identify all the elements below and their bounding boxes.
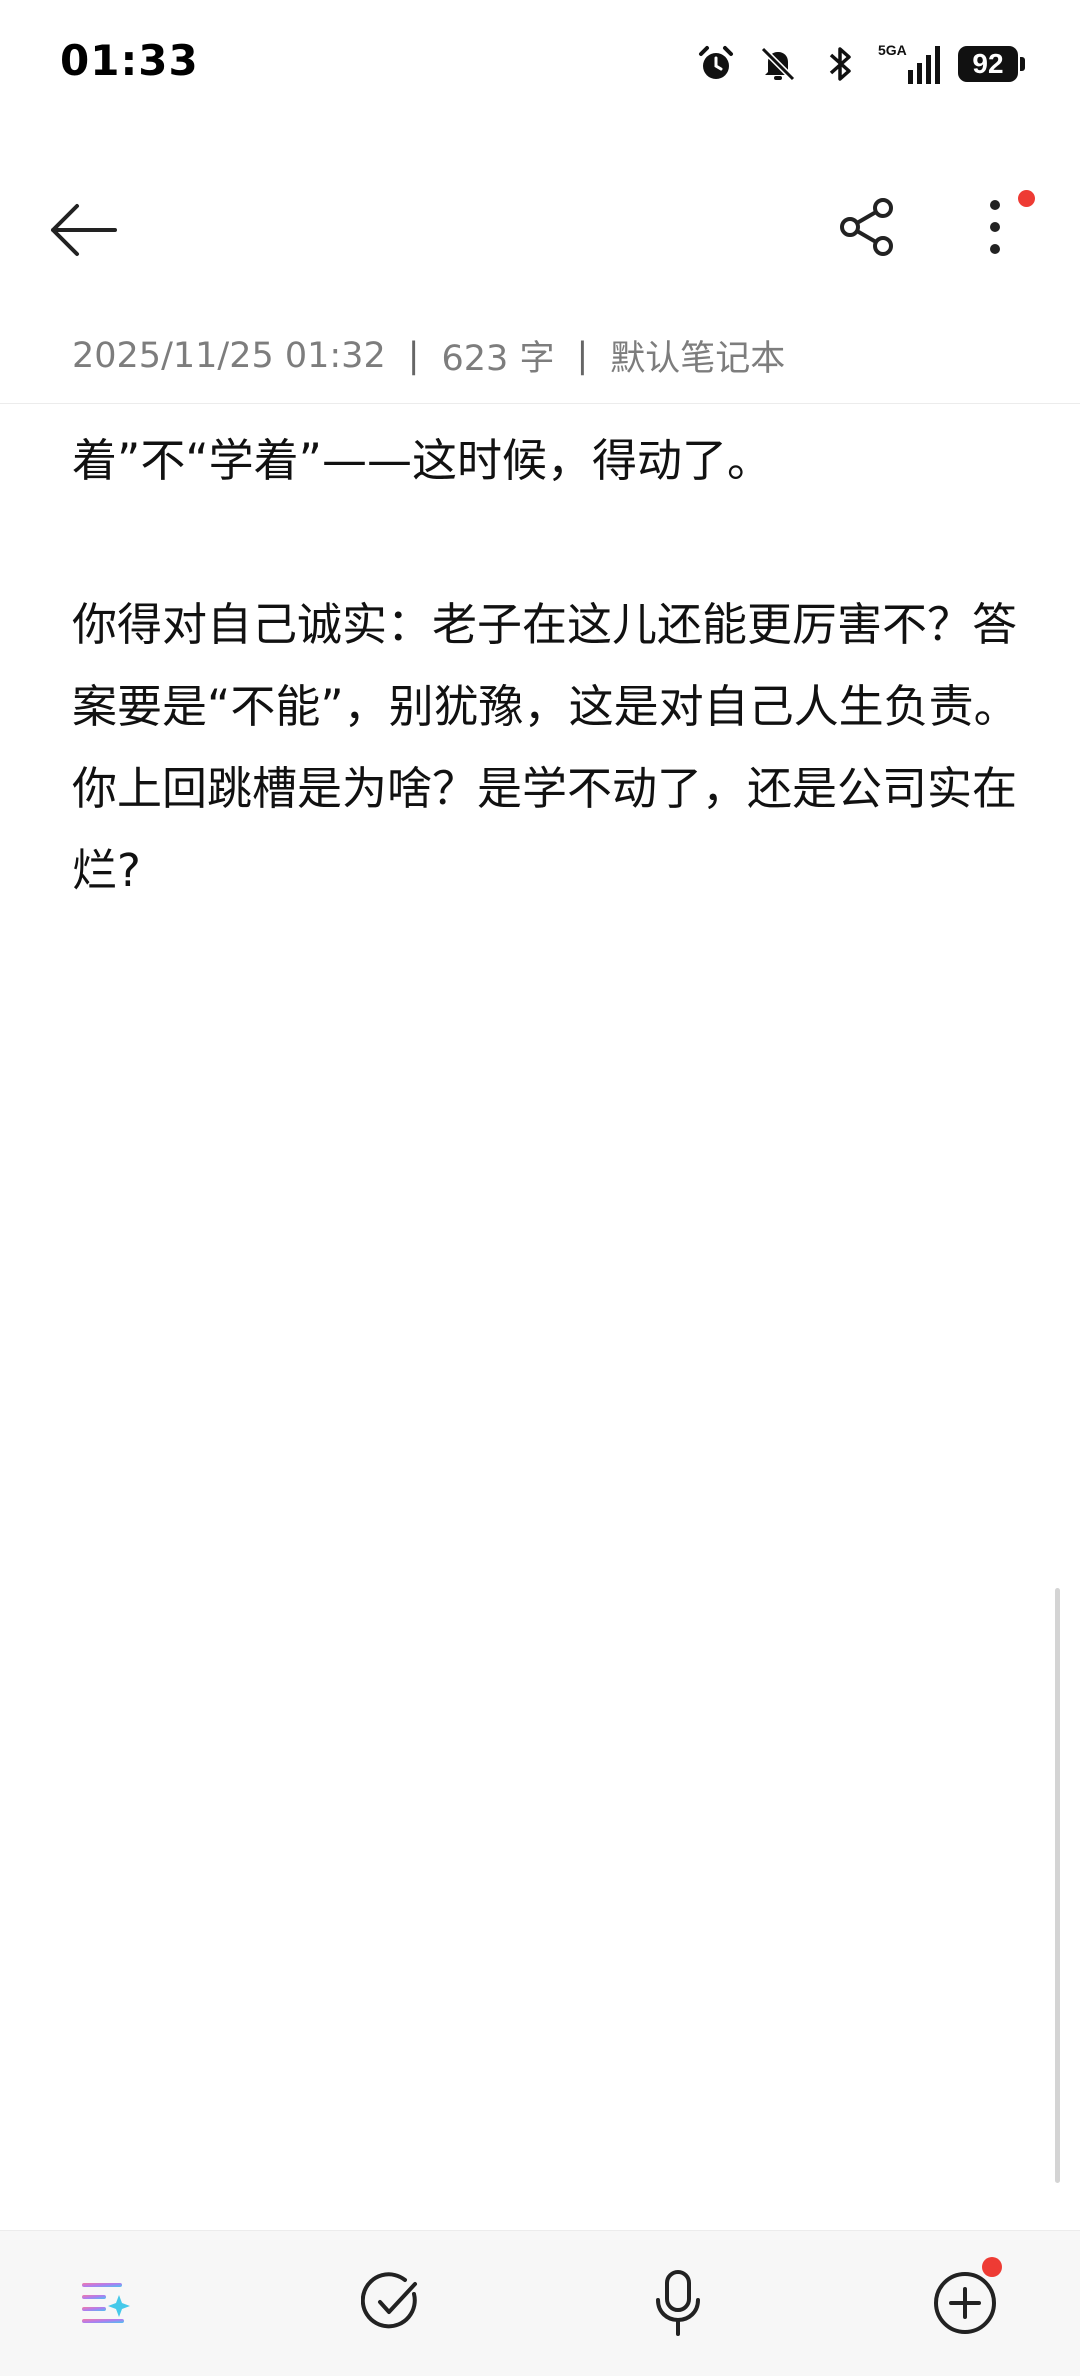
ai-format-icon [82, 2283, 130, 2323]
note-datetime: 2025/11/25 01:32 [72, 335, 386, 376]
network-label: 5GA [878, 42, 907, 58]
note-toolbar [0, 170, 1080, 290]
back-button[interactable] [28, 175, 138, 285]
note-paragraph-empty [72, 502, 1022, 584]
notification-dot [982, 2257, 1002, 2277]
status-time: 01:33 [60, 36, 199, 85]
voice-input-button[interactable] [628, 2253, 728, 2353]
checklist-icon [361, 2272, 417, 2329]
note-paragraph: 着”不“学着”——这时候，得动了。 [72, 434, 772, 487]
signal-5ga-icon: 5GA [878, 40, 944, 88]
checklist-button[interactable] [342, 2253, 442, 2353]
meta-separator: | [576, 335, 589, 376]
battery-icon: 92 [958, 46, 1025, 82]
note-word-count: 623 字 [441, 339, 555, 379]
note-meta: 2025/11/25 01:32 | 623 字 | 默认笔记本 [72, 330, 785, 381]
note-notebook[interactable]: 默认笔记本 [610, 330, 785, 381]
share-icon [840, 198, 893, 256]
bluetooth-icon [816, 40, 864, 88]
add-button[interactable] [915, 2253, 1015, 2353]
bell-off-icon [754, 40, 802, 88]
ai-format-button[interactable] [57, 2253, 157, 2353]
scrollbar[interactable] [1055, 1588, 1060, 2183]
arrow-left-icon [51, 204, 117, 256]
header-divider [0, 403, 1080, 404]
note-body[interactable]: 着”不“学着”——这时候，得动了。 你得对自己诚实：老子在这儿还能更厉害不？答案… [72, 420, 1022, 912]
battery-level: 92 [972, 48, 1004, 79]
bottom-toolbar [0, 2230, 1080, 2376]
meta-separator: | [407, 335, 420, 376]
more-vertical-icon [990, 200, 1000, 254]
notification-dot [1018, 190, 1035, 207]
share-button[interactable] [813, 172, 923, 282]
more-options-button[interactable] [940, 172, 1050, 282]
note-paragraph: 你得对自己诚实：老子在这儿还能更厉害不？答案要是“不能”，别犹豫，这是对自己人生… [72, 598, 1019, 897]
add-icon [934, 2272, 996, 2334]
alarm-icon [692, 40, 740, 88]
microphone-icon [656, 2270, 700, 2336]
status-icons: 5GA 92 [692, 38, 1025, 90]
status-bar: 01:33 5GA 92 [0, 0, 1080, 125]
